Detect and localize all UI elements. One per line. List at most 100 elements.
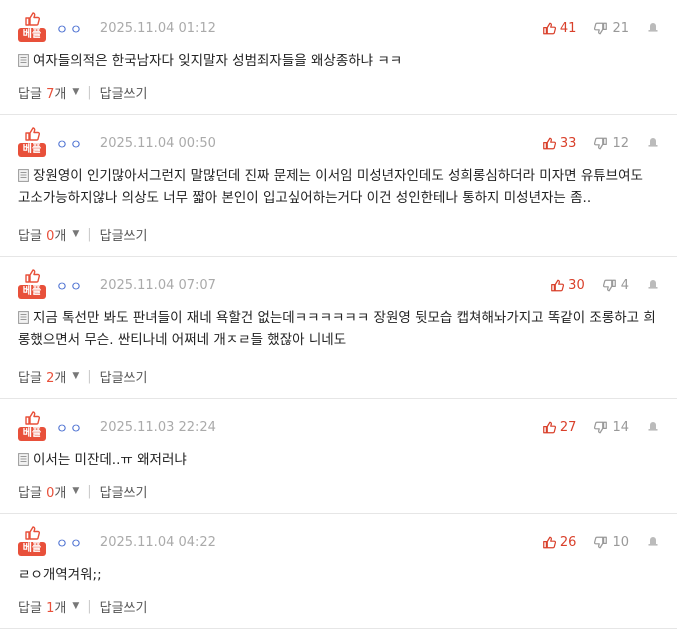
comment-list: 베플 ㅇㅇ 2025.11.04 01:12 41 21 여자들의적은 한국남자… xyxy=(0,0,677,629)
comment-meta: 베플 ㅇㅇ 2025.11.03 22:24 27 14 xyxy=(18,399,659,447)
vote-group: 26 10 xyxy=(524,534,659,550)
like-button[interactable]: 41 xyxy=(542,20,577,36)
dislike-button[interactable]: 10 xyxy=(594,535,629,550)
report-icon[interactable] xyxy=(647,277,659,293)
report-icon[interactable] xyxy=(647,419,659,435)
like-button[interactable]: 26 xyxy=(542,535,576,550)
best-badge: 베플 xyxy=(18,12,46,42)
chevron-down-icon[interactable]: ▼ xyxy=(72,87,79,97)
comment-actions: 답글 7개 ▼ | 답글쓰기 xyxy=(18,77,659,107)
like-button[interactable]: 27 xyxy=(542,419,577,435)
best-badge: 베플 xyxy=(18,127,46,157)
comment-actions: 답글 0개 ▼ | 답글쓰기 xyxy=(18,219,659,249)
dislike-button[interactable]: 14 xyxy=(594,420,629,435)
chevron-down-icon[interactable]: ▼ xyxy=(72,371,79,381)
comment-item: 베플 ㅇㅇ 2025.11.04 00:50 33 12 장원영이 인기많아서그… xyxy=(0,115,677,257)
divider: | xyxy=(87,598,92,614)
dislike-button[interactable]: 12 xyxy=(594,136,629,151)
comment-item: 베플 ㅇㅇ 2025.11.03 22:24 27 14 이서는 미잔데..ㅠ … xyxy=(0,399,677,514)
comment-meta: 베플 ㅇㅇ 2025.11.04 04:22 26 10 xyxy=(18,514,659,562)
dislike-count: 12 xyxy=(612,135,629,151)
reply-toggle[interactable]: 답글 7개 xyxy=(18,83,66,102)
dislike-button[interactable]: 21 xyxy=(594,21,629,36)
reply-label: 답글 xyxy=(18,370,42,386)
thumbs-down-icon xyxy=(594,22,608,34)
comment-item: 베플 ㅇㅇ 2025.11.04 07:07 30 4 지금 톡선만 봐도 판녀… xyxy=(0,257,677,399)
thumbs-down-icon xyxy=(602,279,616,291)
comment-text: 지금 톡선만 봐도 판녀들이 재네 욕할건 없는데ㅋㅋㅋㅋㅋㅋ 장원영 뒷모습 … xyxy=(18,310,656,348)
thumbs-up-icon xyxy=(543,536,556,548)
reply-toggle[interactable]: 답글 1개 xyxy=(18,597,66,616)
nickname[interactable]: ㅇㅇ xyxy=(56,276,84,295)
write-reply-button[interactable]: 답글쓰기 xyxy=(100,597,148,616)
comment-date: 2025.11.04 00:50 xyxy=(99,135,216,151)
chevron-down-icon[interactable]: ▼ xyxy=(72,229,79,239)
reply-toggle[interactable]: 답글 0개 xyxy=(18,225,66,244)
comment-body: ㄹㅇ개역겨워;; xyxy=(18,562,659,591)
write-reply-button[interactable]: 답글쓰기 xyxy=(100,482,148,501)
vote-group: 30 4 xyxy=(532,277,659,293)
reply-toggle[interactable]: 답글 2개 xyxy=(18,367,66,386)
siren-icon xyxy=(648,138,658,147)
best-label: 베플 xyxy=(18,427,46,441)
reply-label: 답글 xyxy=(18,600,42,616)
comment-body: 이서는 미잔데..ㅠ 왜저러냐 xyxy=(18,447,659,476)
comment-text: ㄹㅇ개역겨워;; xyxy=(18,567,102,583)
comment-item: 베플 ㅇㅇ 2025.11.04 01:12 41 21 여자들의적은 한국남자… xyxy=(0,0,677,115)
best-label: 베플 xyxy=(18,542,46,556)
dislike-count: 4 xyxy=(620,277,629,293)
dislike-button[interactable]: 4 xyxy=(602,277,629,293)
thumbs-up-icon xyxy=(543,22,556,34)
like-button[interactable]: 33 xyxy=(542,136,576,151)
vote-group: 33 12 xyxy=(524,135,659,151)
thumbs-up-icon xyxy=(543,421,556,433)
divider: | xyxy=(87,84,92,100)
best-badge: 베플 xyxy=(18,411,46,441)
comment-actions: 답글 2개 ▼ | 답글쓰기 xyxy=(18,361,659,391)
reply-label: 답글 xyxy=(18,485,42,501)
chevron-down-icon[interactable]: ▼ xyxy=(72,486,79,496)
comment-date: 2025.11.04 07:07 xyxy=(99,277,216,293)
thumbs-down-icon xyxy=(594,137,608,149)
thumbs-up-icon xyxy=(543,137,556,149)
nickname[interactable]: ㅇㅇ xyxy=(56,418,84,437)
comment-actions: 답글 1개 ▼ | 답글쓰기 xyxy=(18,591,659,621)
comment-text: 장원영이 인기많아서그런지 말많던데 진짜 문제는 이서임 미성년자인데도 성희… xyxy=(18,168,643,206)
report-icon[interactable] xyxy=(647,20,659,36)
comment-meta: 베플 ㅇㅇ 2025.11.04 07:07 30 4 xyxy=(18,257,659,305)
like-count: 30 xyxy=(568,277,585,293)
thumbs-up-icon xyxy=(551,279,565,291)
siren-icon xyxy=(648,280,658,289)
nickname[interactable]: ㅇㅇ xyxy=(56,533,84,552)
comment-date: 2025.11.04 01:12 xyxy=(99,20,216,36)
vote-group: 27 14 xyxy=(524,419,659,435)
reply-label: 답글 xyxy=(18,228,42,244)
nickname[interactable]: ㅇㅇ xyxy=(56,19,84,38)
comment-date: 2025.11.04 04:22 xyxy=(99,534,216,550)
document-icon xyxy=(18,311,29,324)
thumbs-down-icon xyxy=(594,421,608,433)
divider: | xyxy=(87,226,92,242)
write-reply-button[interactable]: 답글쓰기 xyxy=(100,367,148,386)
thumbs-up-icon xyxy=(25,127,40,141)
write-reply-button[interactable]: 답글쓰기 xyxy=(100,225,148,244)
siren-icon xyxy=(648,23,658,32)
write-reply-button[interactable]: 답글쓰기 xyxy=(100,83,148,102)
document-icon xyxy=(18,169,29,182)
report-icon[interactable] xyxy=(647,534,659,550)
like-count: 41 xyxy=(559,20,577,36)
report-icon[interactable] xyxy=(647,135,659,151)
comment-body: 장원영이 인기많아서그런지 말많던데 진짜 문제는 이서임 미성년자인데도 성희… xyxy=(18,163,659,219)
dislike-count: 10 xyxy=(612,534,629,550)
comment-text: 이서는 미잔데..ㅠ 왜저러냐 xyxy=(33,452,187,468)
best-badge: 베플 xyxy=(18,269,46,299)
like-button[interactable]: 30 xyxy=(550,278,585,293)
chevron-down-icon[interactable]: ▼ xyxy=(72,601,79,611)
comment-meta: 베플 ㅇㅇ 2025.11.04 00:50 33 12 xyxy=(18,115,659,163)
nickname[interactable]: ㅇㅇ xyxy=(56,134,84,153)
like-count: 27 xyxy=(559,419,577,435)
comment-text: 여자들의적은 한국남자다 잊지말자 성범죄자들을 왜상종하냐 ㅋㅋ xyxy=(33,53,403,69)
reply-toggle[interactable]: 답글 0개 xyxy=(18,482,66,501)
best-badge: 베플 xyxy=(18,526,46,556)
thumbs-up-icon xyxy=(25,526,40,540)
